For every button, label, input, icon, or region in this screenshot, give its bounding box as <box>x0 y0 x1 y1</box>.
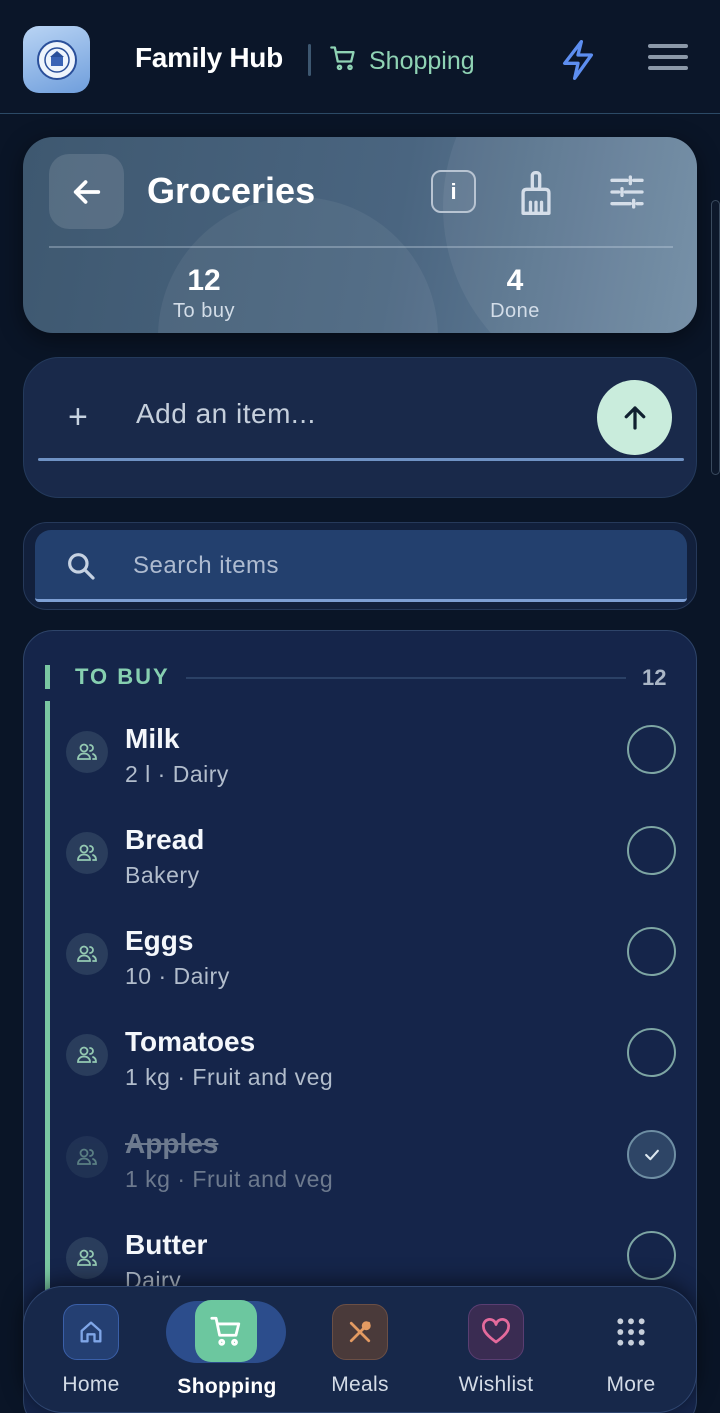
section-divider <box>186 677 626 679</box>
add-item-card: + <box>23 357 697 498</box>
back-button[interactable] <box>49 154 124 229</box>
logo-seal <box>36 39 77 80</box>
item-meta: 2 l · Dairy <box>125 761 229 787</box>
family-logo[interactable] <box>23 26 90 93</box>
section-breadcrumb[interactable]: Shopping <box>329 44 475 79</box>
check-icon <box>644 1149 659 1160</box>
section-label: Shopping <box>369 47 475 75</box>
section-title: TO BUY <box>75 664 170 689</box>
list-item[interactable]: Tomatoes 1 kg · Fruit and veg <box>24 1020 696 1116</box>
title-divider <box>308 44 311 76</box>
item-name: Milk <box>125 723 180 754</box>
nav-more[interactable]: More <box>566 1287 696 1413</box>
item-meta: 10 · Dairy <box>125 963 230 989</box>
list-item[interactable]: Eggs 10 · Dairy <box>24 919 696 1015</box>
bolt-button[interactable] <box>558 38 598 82</box>
nav-shopping[interactable]: Shopping <box>166 1287 297 1413</box>
search-input[interactable] <box>133 548 633 584</box>
stat-label: Done <box>490 300 540 322</box>
stat-done: 4 Done <box>445 264 585 324</box>
arrow-left-icon <box>73 179 100 204</box>
search-icon <box>68 553 95 580</box>
people-icon <box>66 1237 108 1279</box>
people-icon <box>66 1034 108 1076</box>
bolt-icon <box>563 40 593 80</box>
item-name: Bread <box>125 824 205 855</box>
search-card <box>23 522 697 610</box>
list-title: Groceries <box>147 170 316 211</box>
item-checkbox[interactable] <box>627 725 676 774</box>
arrow-up-icon <box>624 405 645 430</box>
top-bar: Family Hub Shopping <box>0 0 720 114</box>
stat-to-buy: 12 To buy <box>134 264 274 324</box>
list-item[interactable]: Bread Bakery <box>24 818 696 914</box>
broom-icon <box>521 171 551 215</box>
item-checkbox[interactable] <box>627 927 676 976</box>
people-icon <box>66 1136 108 1178</box>
nav-label: More <box>606 1373 656 1396</box>
info-button[interactable]: i <box>431 170 476 213</box>
nav-label: Wishlist <box>458 1373 534 1396</box>
app-title: Family Hub <box>135 42 283 73</box>
clear-done-button[interactable] <box>513 169 559 217</box>
stat-label: To buy <box>173 300 235 322</box>
add-item-submit-button[interactable] <box>597 380 672 455</box>
input-underline <box>38 458 684 461</box>
item-checkbox[interactable] <box>627 1231 676 1280</box>
list-item[interactable]: Milk 2 l · Dairy <box>24 717 696 813</box>
search-field[interactable] <box>35 530 687 602</box>
nav-label: Home <box>62 1373 120 1396</box>
home-icon <box>63 1304 119 1360</box>
item-name: Apples <box>125 1128 219 1159</box>
plus-icon: + <box>68 398 88 436</box>
item-name: Butter <box>125 1229 208 1260</box>
menu-line <box>648 44 688 48</box>
item-checkbox[interactable] <box>627 1028 676 1077</box>
menu-line <box>648 66 688 70</box>
filter-button[interactable] <box>607 172 647 212</box>
menu-line <box>648 55 688 59</box>
nav-wishlist[interactable]: Wishlist <box>431 1287 561 1413</box>
grid-icon <box>603 1304 659 1360</box>
card-divider <box>49 246 673 248</box>
nav-meals[interactable]: Meals <box>295 1287 425 1413</box>
cart-icon <box>329 44 357 79</box>
stat-value: 4 <box>506 264 524 297</box>
people-icon <box>66 731 108 773</box>
section-count: 12 <box>642 665 667 690</box>
add-item-input[interactable] <box>136 394 576 434</box>
hamburger-menu-icon[interactable] <box>648 44 688 76</box>
nav-home[interactable]: Home <box>26 1287 156 1413</box>
stat-value: 12 <box>187 264 221 297</box>
scrollbar[interactable] <box>711 200 720 475</box>
item-meta: 1 kg · Fruit and veg <box>125 1064 334 1090</box>
bottom-navigation: Home Shopping Meals Wishlist More <box>23 1286 697 1413</box>
nav-label: Shopping <box>177 1375 277 1398</box>
section-accent-bar <box>45 665 50 689</box>
item-name: Eggs <box>125 925 194 956</box>
utensils-icon <box>332 1304 388 1360</box>
item-meta: 1 kg · Fruit and veg <box>125 1166 334 1192</box>
nav-label: Meals <box>331 1373 389 1396</box>
item-name: Tomatoes <box>125 1026 256 1057</box>
people-icon <box>66 933 108 975</box>
item-checkbox-checked[interactable] <box>627 1130 676 1179</box>
cart-icon <box>195 1300 257 1362</box>
item-checkbox[interactable] <box>627 826 676 875</box>
list-item-done[interactable]: Apples 1 kg · Fruit and veg <box>24 1122 696 1218</box>
item-meta: Bakery <box>125 862 200 888</box>
info-icon: i <box>450 178 457 204</box>
sliders-icon <box>610 175 644 209</box>
heart-icon <box>468 1304 524 1360</box>
people-icon <box>66 832 108 874</box>
list-header-card: Groceries i 12 To buy 4 Done <box>23 137 697 333</box>
